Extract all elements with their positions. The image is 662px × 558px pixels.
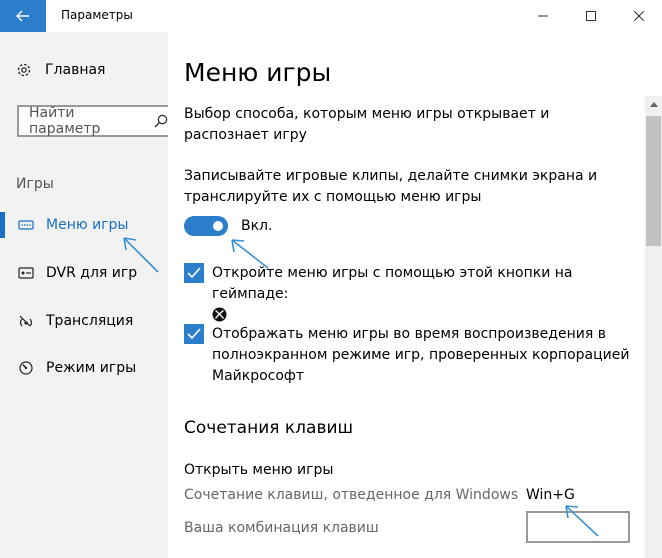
close-icon [634, 11, 644, 21]
default-shortcut-value: Win+G [526, 487, 575, 503]
game-bar-toggle-row: Вкл. [184, 216, 272, 236]
custom-shortcut-label: Ваша комбинация клавиш [184, 520, 379, 536]
page-description: Выбор способа, которым меню игры открыва… [184, 106, 550, 143]
sidebar: Главная Найти параметр Игры Меню игры DV… [0, 32, 174, 558]
game-bar-icon [18, 220, 34, 230]
scroll-thumb[interactable] [646, 116, 661, 246]
sidebar-item-label: Режим игры [46, 360, 137, 376]
sidebar-item-game-mode[interactable]: Режим игры [0, 353, 168, 383]
minimize-icon [538, 15, 548, 17]
sidebar-item-label: Трансляция [46, 313, 134, 329]
back-arrow-icon [16, 10, 29, 22]
sidebar-item-game-bar[interactable]: Меню игры [0, 210, 168, 240]
scroll-up-button[interactable] [645, 96, 662, 113]
minimize-button[interactable] [520, 0, 566, 32]
back-button[interactable] [0, 0, 46, 32]
gamepad-checkbox[interactable] [184, 263, 204, 283]
search-input[interactable]: Найти параметр [17, 105, 174, 137]
sidebar-home-label: Главная [45, 62, 106, 78]
maximize-icon [586, 11, 596, 21]
chevron-up-icon [649, 102, 658, 107]
title-bar: Параметры [0, 0, 662, 32]
page-title: Меню игры [184, 58, 332, 87]
fullscreen-checkbox-label: Отображать меню игры во время воспроизве… [212, 326, 630, 384]
fullscreen-checkbox-row: Отображать меню игры во время воспроизве… [184, 324, 632, 387]
sidebar-home[interactable]: Главная [16, 62, 105, 78]
gamepad-checkbox-row: Откройте меню игры с помощью этой кнопки… [184, 263, 632, 322]
toggle-knob [213, 221, 223, 231]
dvr-icon [18, 267, 34, 279]
record-description: Записывайте игровые клипы, делайте снимк… [184, 168, 598, 205]
custom-shortcut-input[interactable] [526, 511, 630, 543]
window-title: Параметры [61, 8, 133, 22]
sidebar-item-broadcast[interactable]: Трансляция [0, 306, 168, 336]
sidebar-item-dvr[interactable]: DVR для игр [0, 258, 168, 288]
fullscreen-checkbox[interactable] [184, 324, 204, 344]
toggle-label: Вкл. [241, 218, 273, 234]
scrollbar[interactable] [645, 96, 662, 558]
sidebar-item-label: Меню игры [46, 217, 129, 233]
sidebar-item-label: DVR для игр [46, 265, 138, 281]
close-button[interactable] [616, 0, 662, 32]
shortcuts-section-title: Сочетания клавиш [184, 418, 354, 438]
game-bar-toggle[interactable] [184, 216, 228, 236]
checkmark-icon [187, 267, 201, 279]
search-placeholder: Найти параметр [29, 105, 101, 137]
open-menu-shortcut-title: Открыть меню игры [184, 462, 334, 478]
sidebar-section-label: Игры [16, 176, 54, 192]
gear-icon [17, 63, 31, 77]
main-content: Меню игры Выбор способа, которым меню иг… [168, 32, 662, 558]
broadcast-icon [19, 315, 32, 327]
xbox-icon [212, 307, 227, 322]
gamepad-checkbox-label: Откройте меню игры с помощью этой кнопки… [212, 265, 573, 302]
maximize-button[interactable] [568, 0, 614, 32]
game-mode-icon [19, 361, 33, 375]
default-shortcut-label: Сочетание клавиш, отведенное для Windows [184, 487, 519, 503]
checkmark-icon [187, 328, 201, 340]
